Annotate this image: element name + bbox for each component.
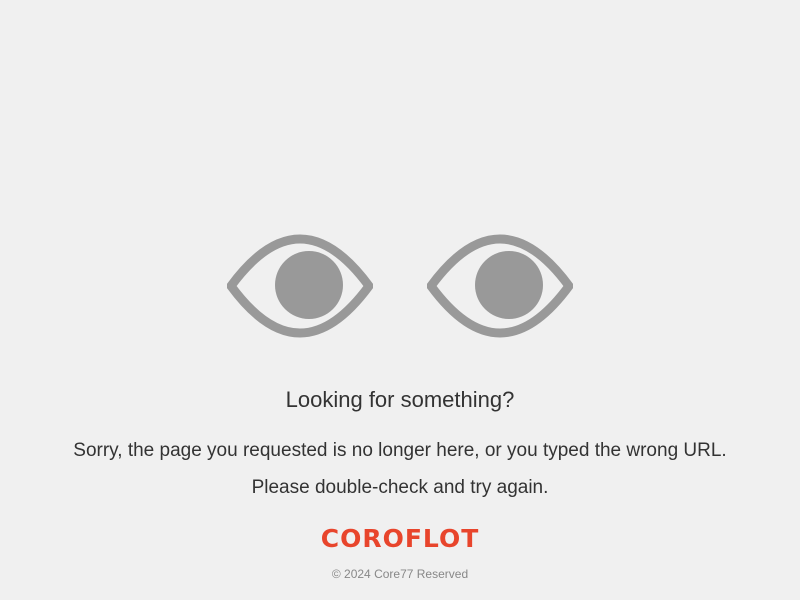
error-message-line1: Sorry, the page you requested is no long… [73,440,727,461]
left-eye-icon [227,228,373,344]
coroflot-logo-link[interactable]: COROFLOT [0,524,800,554]
page-headline: Looking for something? [285,387,515,412]
error-message-line2: Please double-check and try again. [251,477,549,498]
eyes-illustration [0,228,800,344]
right-eye-icon [427,228,573,344]
copyright-text: © 2024 Core77 Reserved [331,567,469,581]
